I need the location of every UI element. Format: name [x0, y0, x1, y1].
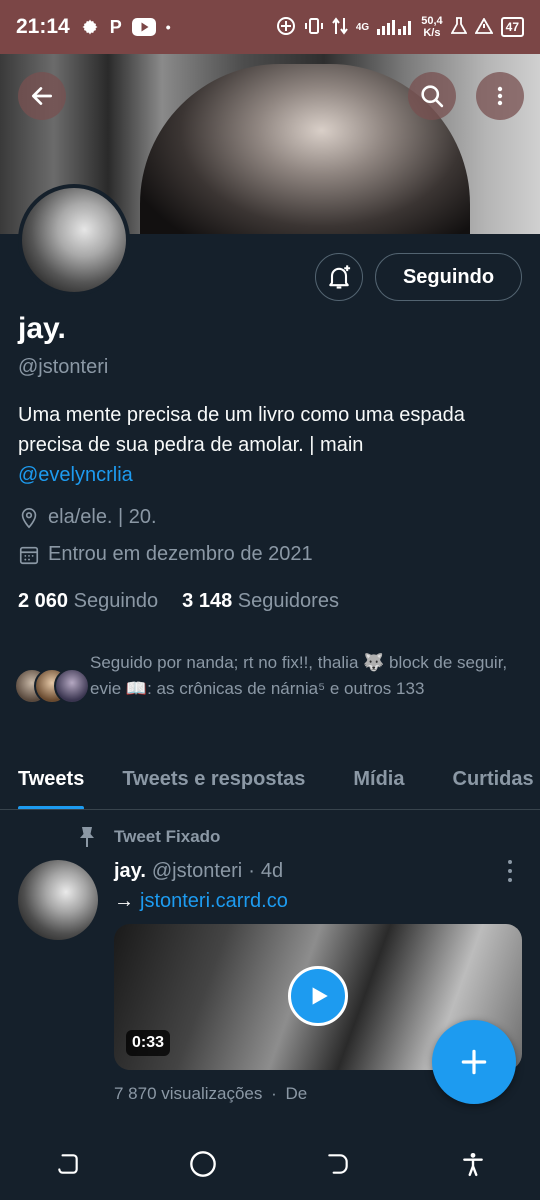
pinned-text: Tweet Fixado [114, 827, 221, 846]
video-duration: 0:33 [126, 1030, 171, 1056]
youtube-icon [131, 18, 156, 36]
recent-apps-icon [57, 1154, 78, 1174]
more-options-button[interactable] [476, 72, 524, 120]
status-time: 21:14 [16, 15, 70, 38]
accessibility-button[interactable] [443, 1134, 503, 1194]
tweet-separator: · [248, 860, 255, 882]
tweet-author-handle: @jstonteri [151, 860, 243, 882]
compose-tweet-button[interactable] [432, 1020, 516, 1104]
profile-name: jay. [18, 312, 66, 345]
tweet-views-separator: · [271, 1084, 277, 1103]
location-text: ela/ele. | 20. [48, 506, 157, 528]
tweet-author-name[interactable]: jay. [114, 860, 146, 883]
bio-mention-link[interactable]: @evelyncrlia [18, 464, 133, 486]
profile-handle: @jstonteri [18, 356, 109, 378]
followed-by-text: Seguido por nanda; rt no fix!!, thalia 🐺… [90, 653, 508, 698]
following-button[interactable]: Seguindo [375, 253, 522, 301]
p-app-icon: P [109, 16, 122, 37]
network-type: 4G [355, 21, 370, 33]
play-icon [312, 987, 328, 1005]
system-nav-bar [0, 1128, 540, 1200]
tweet-views-count: 7 870 visualizações [114, 1084, 263, 1103]
followers-stat[interactable]: 3 148 Seguidores [182, 590, 339, 613]
search-button[interactable] [408, 72, 456, 120]
recent-apps-button[interactable] [38, 1134, 98, 1194]
tweet-arrow: → [114, 890, 134, 912]
tweet-time: 4d [260, 860, 284, 882]
profile-location: ela/ele. | 20. [18, 506, 157, 529]
joined-text: Entrou em dezembro de 2021 [48, 543, 313, 565]
profile-avatar[interactable] [18, 184, 130, 296]
tweet-more-button[interactable] [500, 860, 520, 882]
home-icon [189, 1151, 216, 1177]
bio-text: Uma mente precisa de um livro como uma e… [18, 404, 465, 456]
profile-stats: 2 060 Seguindo 3 148 Seguidores [18, 590, 339, 613]
tweet-author-avatar[interactable] [18, 860, 98, 940]
search-icon [421, 85, 444, 108]
profile-tabs: Tweets Tweets e respostas Mídia Curtidas [0, 750, 540, 810]
battery-indicator: 47 [500, 17, 524, 37]
signal-icon [377, 17, 413, 38]
following-count: 2 060 [18, 590, 69, 612]
followed-by-row[interactable]: Seguido por nanda; rt no fix!!, thalia 🐺… [14, 650, 529, 708]
data-transfer-icon [332, 16, 348, 39]
tweet-link[interactable]: jstonteri.carrd.co [140, 890, 288, 912]
accessibility-icon [462, 1152, 483, 1177]
tab-likes[interactable]: Curtidas [453, 750, 534, 809]
plus-icon [461, 1049, 487, 1075]
calendar-icon [19, 546, 39, 564]
more-vertical-icon [497, 86, 503, 106]
home-button[interactable] [173, 1134, 233, 1194]
warning-icon [474, 16, 494, 37]
vibrate-icon [304, 16, 324, 39]
location-icon [21, 507, 37, 528]
lab-icon [450, 16, 468, 38]
back-button[interactable] [18, 72, 66, 120]
profile-bio: Uma mente precisa de um livro como uma e… [18, 400, 518, 490]
gear-icon [80, 17, 100, 37]
followers-count: 3 148 [182, 590, 233, 612]
play-button[interactable] [288, 966, 348, 1026]
tweet-text: → jstonteri.carrd.co [114, 890, 288, 913]
back-nav-button[interactable] [308, 1134, 368, 1194]
following-stat[interactable]: 2 060 Seguindo [18, 590, 158, 613]
follower-avatar [54, 668, 90, 704]
pin-icon [80, 827, 94, 847]
bell-plus-icon [329, 265, 351, 289]
tweet-header: jay. @jstonteri · 4d [114, 860, 283, 883]
net-speed-unit: K/s [423, 27, 441, 39]
following-label: Seguindo [73, 590, 159, 612]
tweet-views: 7 870 visualizações · De [114, 1084, 307, 1104]
status-bar: 21:14 P • 4G 50,4 K/s 47 [0, 0, 540, 54]
followed-by-avatars [14, 668, 90, 708]
dot-icon: • [165, 19, 171, 35]
tab-tweets-replies[interactable]: Tweets e respostas [122, 750, 305, 809]
followers-label: Seguidores [237, 590, 339, 612]
tab-tweets[interactable]: Tweets [18, 750, 85, 809]
profile-joined: Entrou em dezembro de 2021 [18, 543, 313, 566]
back-icon [327, 1154, 348, 1174]
tab-media[interactable]: Mídia [353, 750, 404, 809]
pinned-label: Tweet Fixado [78, 826, 220, 848]
data-saver-icon [276, 16, 296, 39]
arrow-left-icon [31, 87, 53, 105]
notifications-button[interactable] [315, 253, 363, 301]
net-speed-value: 50,4 [421, 15, 443, 27]
net-speed: 50,4 K/s [421, 15, 442, 39]
tweet-views-suffix: De [285, 1084, 308, 1103]
